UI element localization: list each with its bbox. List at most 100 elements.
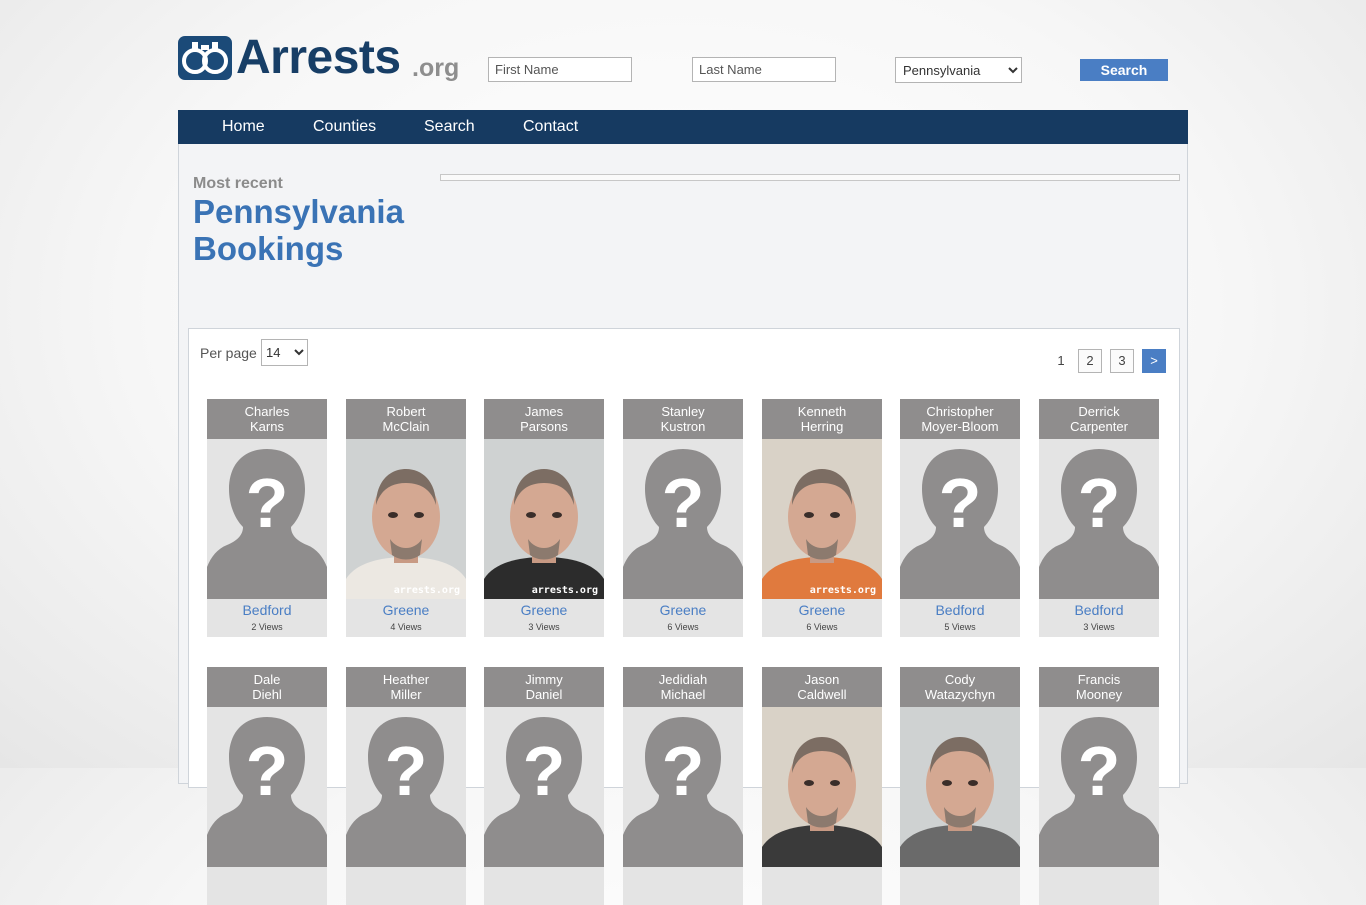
booking-card[interactable]: Robert McClain arrests.org Greene 4 Views bbox=[346, 399, 466, 637]
booking-views: 3 Views bbox=[1083, 622, 1115, 632]
svg-text:?: ? bbox=[662, 464, 705, 542]
nav-contact[interactable]: Contact bbox=[523, 118, 578, 136]
unknown-person-icon: ? bbox=[623, 707, 743, 867]
booking-photo[interactable] bbox=[900, 707, 1020, 867]
last-name-input[interactable] bbox=[692, 57, 836, 82]
booking-photo[interactable]: ? bbox=[346, 707, 466, 867]
booking-first-name: Derrick bbox=[1078, 404, 1120, 419]
booking-photo[interactable]: ? bbox=[1039, 707, 1159, 867]
booking-name[interactable]: Charles Karns bbox=[207, 399, 327, 439]
first-name-input[interactable] bbox=[488, 57, 632, 82]
svg-text:?: ? bbox=[523, 732, 566, 810]
booking-name[interactable]: Robert McClain bbox=[346, 399, 466, 439]
booking-name[interactable]: Cody Watazychyn bbox=[900, 667, 1020, 707]
booking-views: 5 Views bbox=[944, 622, 976, 632]
booking-county-link[interactable]: Bedford bbox=[207, 602, 327, 618]
booking-last-name: Daniel bbox=[525, 687, 563, 702]
booking-card[interactable]: Cody Watazychyn bbox=[900, 667, 1020, 905]
svg-text:?: ? bbox=[939, 464, 982, 542]
unknown-person-icon: ? bbox=[207, 439, 327, 599]
pagination-next-button[interactable]: > bbox=[1142, 349, 1166, 373]
svg-text:?: ? bbox=[662, 732, 705, 810]
booking-last-name: McClain bbox=[382, 419, 430, 434]
booking-name[interactable]: Jedidiah Michael bbox=[623, 667, 743, 707]
booking-card[interactable]: Stanley Kustron ? Greene 6 Views bbox=[623, 399, 743, 637]
booking-photo[interactable]: arrests.org bbox=[346, 439, 466, 599]
booking-name[interactable]: Derrick Carpenter bbox=[1039, 399, 1159, 439]
booking-county-link[interactable]: Greene bbox=[762, 602, 882, 618]
booking-photo[interactable]: ? bbox=[900, 439, 1020, 599]
handcuffs-logo-icon bbox=[178, 36, 232, 80]
booking-photo[interactable] bbox=[762, 707, 882, 867]
search-button[interactable]: Search bbox=[1080, 59, 1168, 81]
section-subtitle: Most recent bbox=[193, 175, 283, 192]
booking-photo[interactable]: ? bbox=[484, 707, 604, 867]
booking-name[interactable]: Stanley Kustron bbox=[623, 399, 743, 439]
booking-views: 6 Views bbox=[806, 622, 838, 632]
site-logo[interactable]: Arrests .org bbox=[178, 31, 470, 84]
booking-county-link[interactable]: Greene bbox=[346, 602, 466, 618]
booking-card[interactable]: Jedidiah Michael ? bbox=[623, 667, 743, 905]
booking-last-name: Caldwell bbox=[797, 687, 847, 702]
booking-last-name: Miller bbox=[390, 687, 422, 702]
booking-name[interactable]: Kenneth Herring bbox=[762, 399, 882, 439]
booking-card[interactable]: Charles Karns ? Bedford 2 Views bbox=[207, 399, 327, 637]
booking-first-name: Jason bbox=[804, 672, 840, 687]
booking-county-link[interactable]: Greene bbox=[623, 602, 743, 618]
booking-card[interactable]: Kenneth Herring arrests.org Greene 6 Views bbox=[762, 399, 882, 637]
booking-last-name: Diehl bbox=[252, 687, 282, 702]
booking-last-name: Michael bbox=[660, 687, 706, 702]
nav-counties[interactable]: Counties bbox=[313, 118, 376, 136]
booking-card[interactable]: Christopher Moyer-Bloom ? Bedford 5 Views bbox=[900, 399, 1020, 637]
booking-card[interactable]: Derrick Carpenter ? Bedford 3 Views bbox=[1039, 399, 1159, 637]
booking-views: 2 Views bbox=[251, 622, 283, 632]
booking-photo[interactable]: ? bbox=[207, 439, 327, 599]
svg-text:?: ? bbox=[385, 732, 428, 810]
pagination-page-2[interactable]: 2 bbox=[1078, 349, 1102, 373]
mugshot-image bbox=[762, 439, 882, 599]
photo-watermark: arrests.org bbox=[809, 585, 876, 596]
pagination-page-3[interactable]: 3 bbox=[1110, 349, 1134, 373]
bookings-listing: Per page 14 1 2 3 > Charles Karns ? Bedfo… bbox=[188, 328, 1180, 905]
booking-card[interactable]: Heather Miller ? bbox=[346, 667, 466, 905]
state-select[interactable]: Pennsylvania bbox=[895, 57, 1022, 83]
booking-name[interactable]: Jason Caldwell bbox=[762, 667, 882, 707]
page-title: Pennsylvania Bookings bbox=[193, 193, 404, 267]
booking-card[interactable]: Dale Diehl ? bbox=[207, 667, 327, 905]
booking-county-link[interactable]: Greene bbox=[484, 602, 604, 618]
booking-county-link[interactable]: Bedford bbox=[1039, 602, 1159, 618]
mugshot-image bbox=[484, 439, 604, 599]
booking-name[interactable]: Jimmy Daniel bbox=[484, 667, 604, 707]
booking-name[interactable]: Heather Miller bbox=[346, 667, 466, 707]
per-page-select[interactable]: 14 bbox=[261, 339, 308, 366]
booking-photo[interactable]: ? bbox=[1039, 439, 1159, 599]
booking-first-name: Jimmy bbox=[525, 672, 563, 687]
booking-first-name: Robert bbox=[386, 404, 426, 419]
logo-tld: .org bbox=[412, 54, 460, 82]
booking-first-name: Heather bbox=[382, 672, 430, 687]
booking-photo[interactable]: ? bbox=[623, 707, 743, 867]
booking-first-name: James bbox=[524, 404, 564, 419]
booking-name[interactable]: Christopher Moyer-Bloom bbox=[900, 399, 1020, 439]
booking-county-link[interactable]: Bedford bbox=[900, 602, 1020, 618]
booking-card[interactable]: James Parsons arrests.org Greene 3 Views bbox=[484, 399, 604, 637]
photo-watermark: arrests.org bbox=[393, 585, 460, 596]
nav-home[interactable]: Home bbox=[222, 118, 265, 136]
unknown-person-icon: ? bbox=[1039, 439, 1159, 599]
booking-name[interactable]: Dale Diehl bbox=[207, 667, 327, 707]
booking-card[interactable]: Francis Mooney ? bbox=[1039, 667, 1159, 905]
booking-photo[interactable]: ? bbox=[623, 439, 743, 599]
unknown-person-icon: ? bbox=[484, 707, 604, 867]
booking-card[interactable]: Jason Caldwell bbox=[762, 667, 882, 905]
svg-text:?: ? bbox=[1078, 464, 1121, 542]
nav-search[interactable]: Search bbox=[424, 118, 475, 136]
booking-photo[interactable]: arrests.org bbox=[762, 439, 882, 599]
booking-photo[interactable]: arrests.org bbox=[484, 439, 604, 599]
booking-card[interactable]: Jimmy Daniel ? bbox=[484, 667, 604, 905]
booking-photo[interactable]: ? bbox=[207, 707, 327, 867]
booking-last-name: Karns bbox=[250, 419, 284, 434]
booking-first-name: Jedidiah bbox=[658, 672, 708, 687]
unknown-person-icon: ? bbox=[1039, 707, 1159, 867]
booking-name[interactable]: James Parsons bbox=[484, 399, 604, 439]
booking-name[interactable]: Francis Mooney bbox=[1039, 667, 1159, 707]
